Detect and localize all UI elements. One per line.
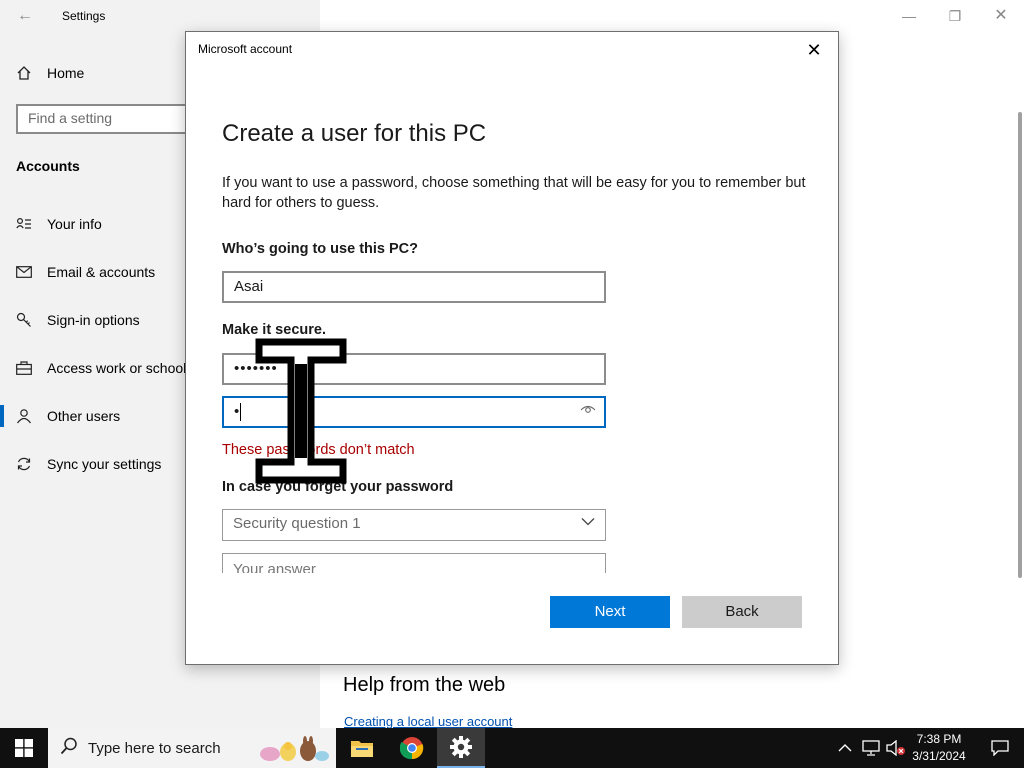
sidebar-item-label: Your info <box>47 216 102 232</box>
who-label: Who’s going to use this PC? <box>222 241 419 257</box>
clock-time: 7:38 PM <box>916 732 962 746</box>
taskbar: Type here to search 7:38 PM 3/31/2024 <box>0 728 1024 768</box>
sidebar-item-your-info[interactable]: Your info <box>14 212 102 236</box>
taskbar-clock[interactable]: 7:38 PM 3/31/2024 <box>906 731 972 765</box>
username-input[interactable]: Asai <box>222 271 606 303</box>
sidebar-item-label: Access work or school <box>47 360 187 376</box>
select-value: Security question 1 <box>233 515 361 532</box>
home-icon <box>14 63 34 83</box>
sidebar-item-access-work[interactable]: Access work or school <box>14 356 186 380</box>
dialog-close-icon[interactable]: ✕ <box>798 37 830 63</box>
window-title: Settings <box>62 9 106 23</box>
chrome-icon <box>400 737 424 760</box>
minimize-button[interactable]: — <box>886 4 932 28</box>
network-tray-button[interactable] <box>862 728 880 768</box>
next-button[interactable]: Next <box>550 596 670 628</box>
window-close-button[interactable]: ✕ <box>978 4 1024 28</box>
sidebar-item-label: Sign-in options <box>47 312 140 328</box>
easter-decoration-icon <box>260 736 329 761</box>
mail-icon <box>14 262 34 282</box>
find-setting-input[interactable]: Find a setting <box>16 104 196 134</box>
dialog-caption: Microsoft account <box>198 42 293 56</box>
scrollbar[interactable] <box>1018 112 1022 578</box>
person-card-icon <box>14 214 34 234</box>
volume-tray-button[interactable] <box>886 728 906 768</box>
restore-button[interactable]: ❐ <box>932 4 978 28</box>
active-indicator <box>0 405 4 427</box>
sidebar-item-label: Other users <box>47 408 121 424</box>
taskbar-search-placeholder: Type here to search <box>88 739 221 757</box>
dialog-heading: Create a user for this PC <box>222 120 487 147</box>
back-arrow-icon[interactable]: ← <box>14 6 36 26</box>
secure-label: Make it secure. <box>222 322 326 338</box>
sidebar-item-sign-in-options[interactable]: Sign-in options <box>14 308 140 332</box>
back-button[interactable]: Back <box>682 596 802 628</box>
help-link[interactable]: Creating a local user account <box>344 714 512 729</box>
people-icon <box>14 406 34 426</box>
sync-icon <box>14 454 34 474</box>
file-explorer-icon <box>351 741 373 757</box>
text-cursor-icon <box>255 338 347 484</box>
network-icon <box>862 740 880 756</box>
settings-gear-icon <box>450 736 472 758</box>
reveal-password-icon[interactable] <box>578 403 598 421</box>
sidebar-item-sync[interactable]: Sync your settings <box>14 452 161 476</box>
notification-icon <box>991 740 1009 756</box>
clock-date: 3/31/2024 <box>912 749 966 763</box>
confirm-password-value: • <box>234 403 240 420</box>
taskbar-search-box[interactable]: Type here to search <box>48 728 336 768</box>
volume-muted-icon <box>886 740 905 756</box>
sidebar-item-home[interactable]: Home <box>14 61 84 85</box>
sidebar-item-label: Home <box>47 65 85 81</box>
sidebar-item-label: Email & accounts <box>47 264 156 280</box>
section-title: Accounts <box>16 158 80 174</box>
chevron-down-icon <box>581 514 595 531</box>
file-explorer-button[interactable] <box>338 728 386 768</box>
security-question-1-select[interactable]: Security question 1 <box>222 509 606 541</box>
sidebar-item-email-accounts[interactable]: Email & accounts <box>14 260 155 284</box>
settings-taskbar-button[interactable] <box>437 728 485 768</box>
search-icon <box>60 737 78 760</box>
action-center-button[interactable] <box>980 728 1020 768</box>
sidebar-item-other-users[interactable]: Other users <box>14 404 120 428</box>
briefcase-icon <box>14 358 34 378</box>
text-caret <box>240 403 242 422</box>
key-icon <box>14 310 34 330</box>
dialog-description: If you want to use a password, choose so… <box>222 175 806 211</box>
sidebar-item-label: Sync your settings <box>47 456 162 472</box>
help-title: Help from the web <box>343 674 506 696</box>
start-button[interactable] <box>0 728 48 768</box>
windows-logo-icon <box>15 739 33 757</box>
chrome-button[interactable] <box>388 728 436 768</box>
show-hidden-icons-button[interactable] <box>838 728 852 768</box>
chevron-up-icon <box>838 744 852 752</box>
security-answer-input[interactable]: Your answer <box>222 553 606 573</box>
